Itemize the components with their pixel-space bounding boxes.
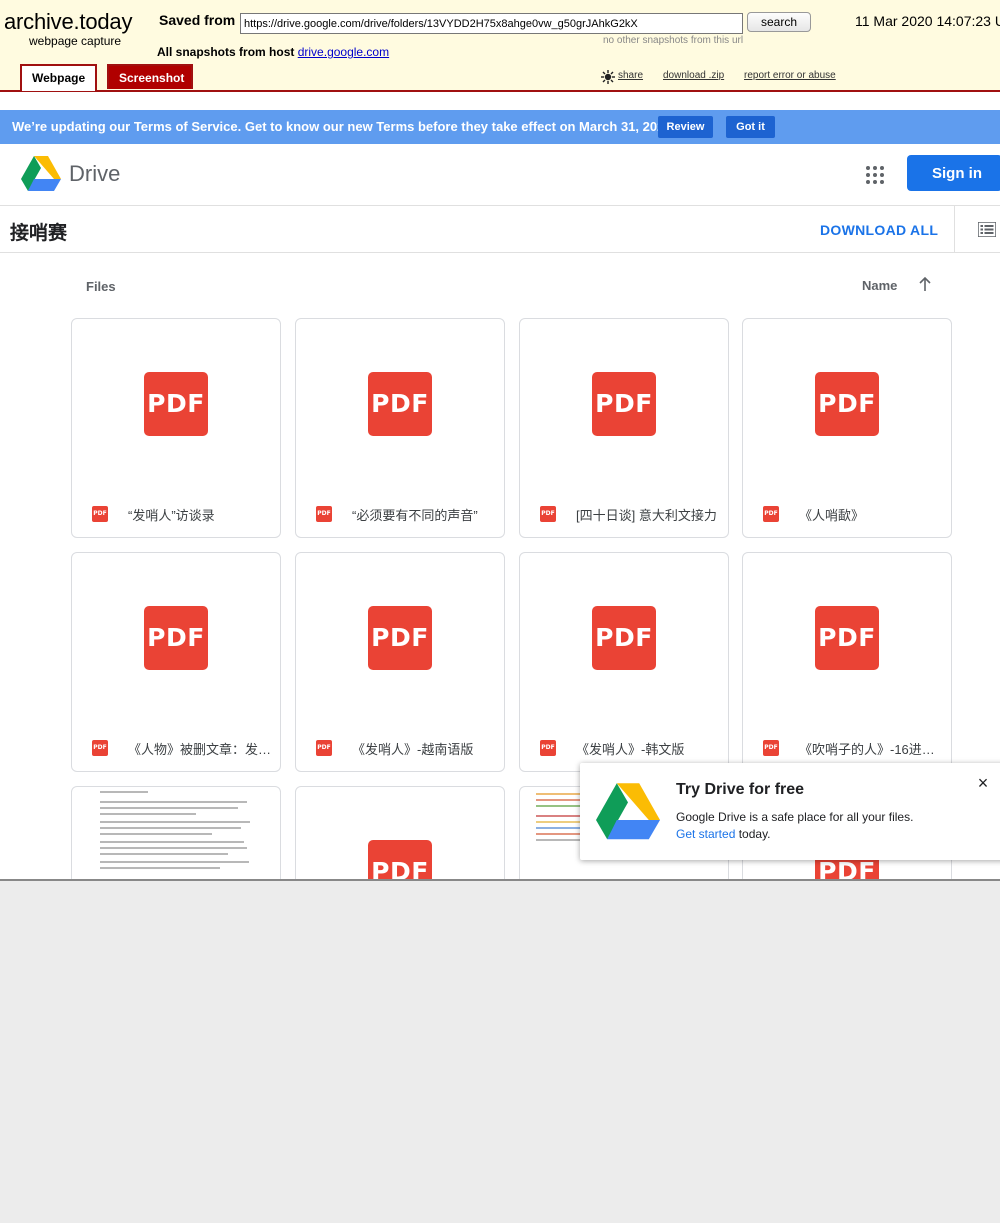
close-icon[interactable]: × [973,773,993,793]
pdf-icon: PDF [540,506,556,522]
file-card[interactable]: PDF PDF 《发哨人》-越南语版 [295,552,505,772]
archive-title[interactable]: archive.today [4,9,132,35]
pdf-thumbnail-icon: PDF [368,372,432,436]
pdf-icon: PDF [316,506,332,522]
sort-name-label[interactable]: Name [862,278,897,293]
file-name: 《人物》被删文章：发哨子的人 [128,742,273,757]
download-zip-link[interactable]: download .zip [663,70,724,81]
pdf-thumbnail-icon: PDF [815,606,879,670]
share-link[interactable]: share [618,70,643,81]
tos-banner: We’re updating our Terms of Service. Get… [0,110,1000,144]
drive-logo-icon[interactable] [21,156,61,192]
sign-in-button[interactable]: Sign in [907,155,1000,191]
archive-subtitle: webpage capture [29,34,122,48]
archive-header: archive.today webpage capture Saved from… [0,0,1000,92]
toolbar-divider [954,206,955,253]
report-link[interactable]: report error or abuse [744,70,836,81]
drive-header: Drive Sign in [0,144,1000,206]
promo-description: Google Drive is a safe place for all you… [676,810,914,824]
from-host-label: from host [239,45,295,59]
file-name: 《发哨人》-韩文版 [576,742,685,757]
file-card[interactable]: PDF PDF “发哨人”访谈录 [71,318,281,538]
download-all-button[interactable]: DOWNLOAD ALL [820,222,938,238]
pdf-thumbnail-icon: PDF [368,606,432,670]
promo-title: Try Drive for free [676,781,805,798]
file-card[interactable]: PDF PDF “必须要有不同的声音” [295,318,505,538]
file-card[interactable]: PDF PDF 《人哨歃》 [742,318,952,538]
got-it-button[interactable]: Got it [726,116,775,138]
captured-page: We’re updating our Terms of Service. Get… [0,92,1000,881]
tab-screenshot[interactable]: Screenshot [107,64,193,89]
document-thumbnail [100,791,260,873]
promo-cta-suffix: today. [735,827,771,841]
file-card[interactable]: PDF PDF 《吹哨子的人》-16进制版 [742,552,952,772]
file-card[interactable]: PDF PDF 《发哨人》-韩文版 [519,552,729,772]
sort-arrow-up-icon[interactable] [918,276,932,292]
folder-title: 接哨赛 [10,223,68,244]
file-card[interactable]: PDF PDF [四十日谈] 意大利文接力 [519,318,729,538]
file-name: “发哨人”访谈录 [128,508,215,523]
share-icon[interactable] [600,69,616,85]
saved-from-label: Saved from [159,12,236,28]
pdf-thumbnail-icon: PDF [592,372,656,436]
promo-cta-line: Get started today. [676,827,771,841]
page-gap [0,92,1000,110]
file-card[interactable] [71,786,281,879]
tos-text: We’re updating our Terms of Service. Get… [12,119,676,134]
file-name: 《发哨人》-越南语版 [352,742,474,757]
pdf-icon: PDF [92,506,108,522]
file-name: [四十日谈] 意大利文接力 [576,508,717,523]
empty-background [0,883,1000,1223]
get-started-link[interactable]: Get started [676,827,735,841]
all-snapshots-label: All snapshots [157,45,236,59]
pdf-thumbnail-icon: PDF [592,606,656,670]
tab-webpage[interactable]: Webpage [20,64,97,91]
pdf-icon: PDF [540,740,556,756]
all-snapshots-line: All snapshots from host drive.google.com [157,45,389,59]
url-input[interactable] [240,13,743,34]
try-drive-popup: Try Drive for free Google Drive is a saf… [580,763,1000,860]
apps-grid-icon[interactable] [864,164,886,186]
review-button[interactable]: Review [658,116,713,138]
file-name: “必须要有不同的声音” [352,508,478,523]
pdf-thumbnail-icon: PDF [368,840,432,879]
pdf-icon: PDF [92,740,108,756]
files-heading: Files [86,279,116,294]
file-name: 《人哨歃》 [799,508,865,523]
folder-bar: 接哨赛 DOWNLOAD ALL [0,206,1000,253]
list-view-icon[interactable] [978,222,996,237]
pdf-thumbnail-icon: PDF [144,372,208,436]
pdf-icon: PDF [316,740,332,756]
search-button[interactable]: search [747,12,811,32]
host-link[interactable]: drive.google.com [298,45,389,59]
pdf-thumbnail-icon: PDF [144,606,208,670]
drive-brand[interactable]: Drive [69,161,120,187]
no-other-snapshots-text: no other snapshots from this url [603,35,744,46]
file-card[interactable]: PDF PDF 《人物》被删文章：发哨子的人 [71,552,281,772]
capture-date: 11 Mar 2020 14:07:23 UTC [855,13,1000,29]
file-card[interactable]: PDF [295,786,505,879]
pdf-icon: PDF [763,740,779,756]
pdf-icon: PDF [763,506,779,522]
pdf-thumbnail-icon: PDF [815,372,879,436]
file-name: 《吹哨子的人》-16进制版 [799,742,944,757]
drive-logo-icon [596,783,660,840]
